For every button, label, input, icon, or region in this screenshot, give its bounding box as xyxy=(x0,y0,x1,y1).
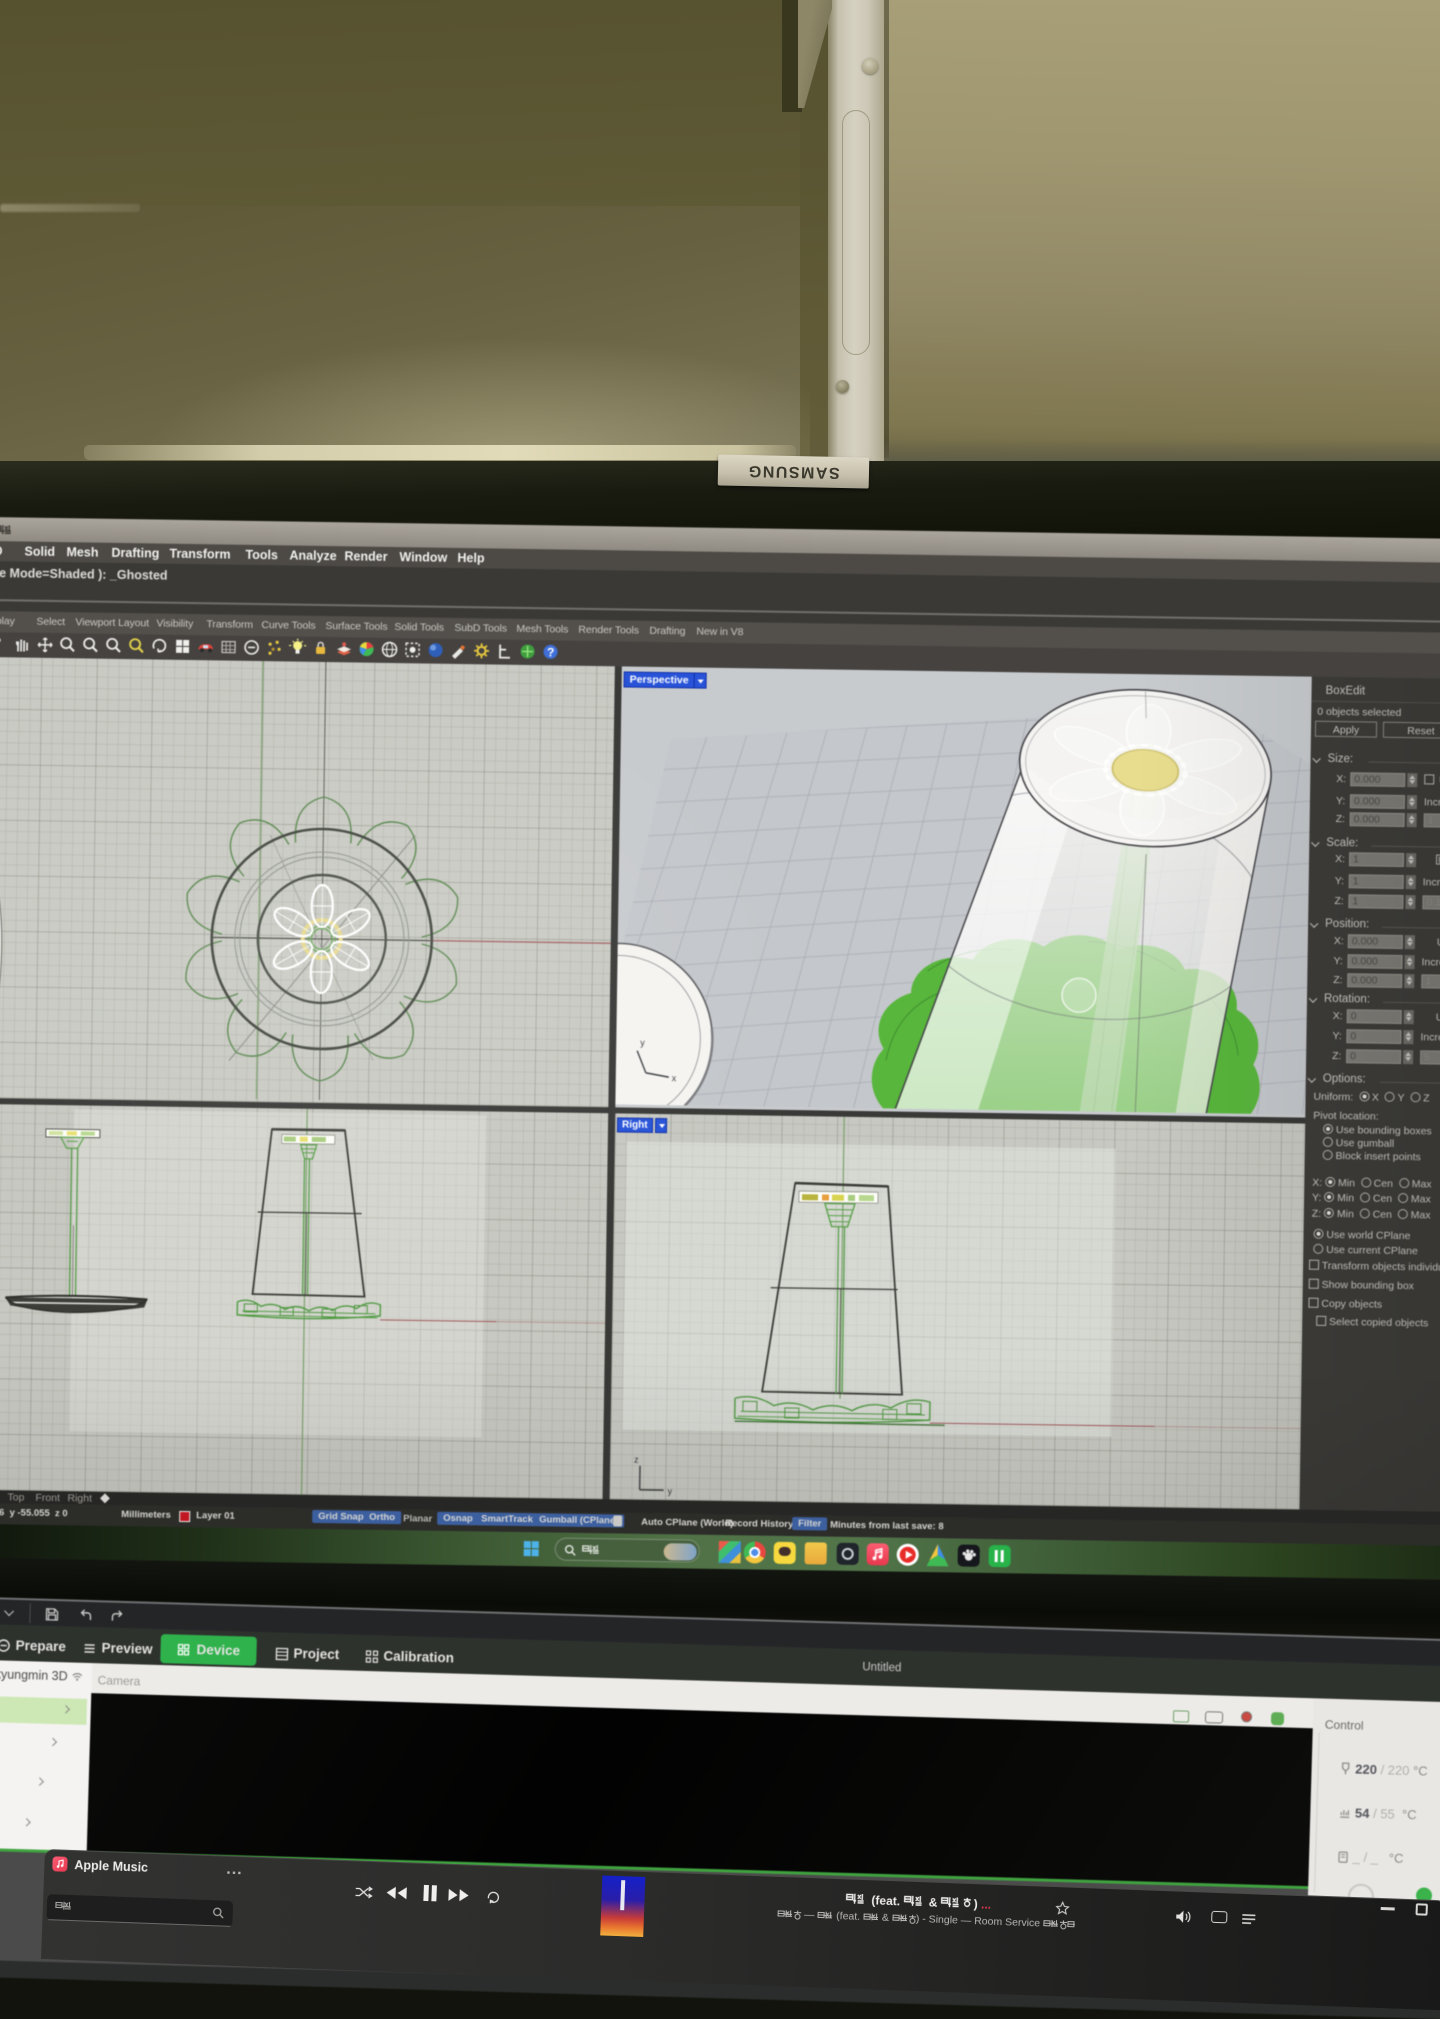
svg-text:x: x xyxy=(672,1073,677,1083)
svg-text:y: y xyxy=(640,1038,645,1048)
svg-text:y: y xyxy=(668,1486,673,1496)
svg-text:?: ? xyxy=(547,645,555,659)
svg-text:z: z xyxy=(634,1455,639,1465)
